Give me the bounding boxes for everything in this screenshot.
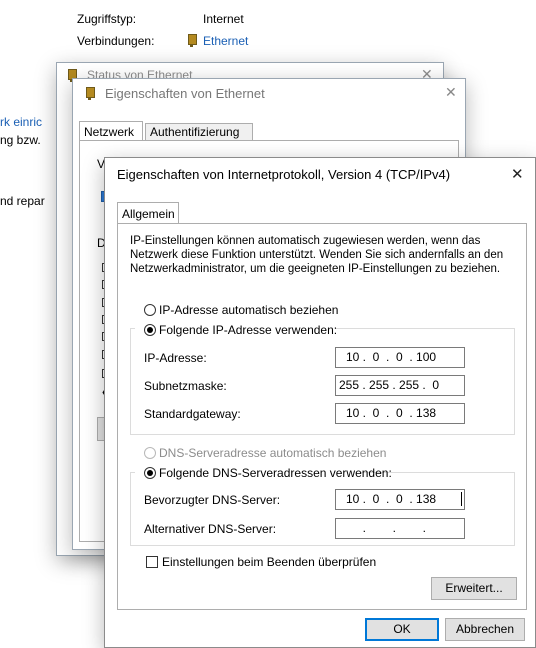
left-text-fragment: ng bzw. xyxy=(0,133,41,147)
ipv4-properties-dialog: Eigenschaften von Internetprotokoll, Ver… xyxy=(104,157,536,648)
dns-manual-label[interactable]: Folgende DNS-Serveradressen verwenden: xyxy=(159,466,392,480)
subnet-mask-field[interactable]: 255 . 255 . 255 . 0 xyxy=(335,375,465,396)
close-icon[interactable]: ✕ xyxy=(511,165,524,183)
connections-label: Verbindungen: xyxy=(77,34,155,48)
preferred-dns-field[interactable]: 10 . 0 . 0 . 138 xyxy=(335,489,465,510)
left-text-fragment-2: nd repar xyxy=(0,194,45,208)
text-cursor xyxy=(461,492,462,506)
ip-auto-label[interactable]: IP-Adresse automatisch beziehen xyxy=(159,303,338,317)
validate-checkbox[interactable] xyxy=(146,556,158,568)
left-link-fragment[interactable]: rk einric xyxy=(0,115,42,129)
ip-address-field[interactable]: 10 . 0 . 0 . 100 xyxy=(335,347,465,368)
cancel-button[interactable]: Abbrechen xyxy=(445,618,525,641)
default-gateway-field[interactable]: 10 . 0 . 0 . 138 xyxy=(335,403,465,424)
dns-manual-radio[interactable] xyxy=(144,467,156,479)
preferred-dns-label: Bevorzugter DNS-Server: xyxy=(144,493,281,507)
ethernet-icon xyxy=(187,34,197,47)
ip-manual-label[interactable]: Folgende IP-Adresse verwenden: xyxy=(159,323,337,337)
description-line-2: Netzwerk diese Funktion unterstützt. Wen… xyxy=(130,249,504,261)
close-icon[interactable]: ✕ xyxy=(445,84,457,101)
ok-button[interactable]: OK xyxy=(365,618,439,641)
description-line-1: IP-Einstellungen können automatisch zuge… xyxy=(130,235,481,247)
advanced-button[interactable]: Erweitert... xyxy=(431,577,517,600)
alternate-dns-field[interactable]: . . . xyxy=(335,518,465,539)
ip-manual-radio[interactable] xyxy=(144,324,156,336)
properties-window-title: Eigenschaften von Ethernet xyxy=(105,86,265,101)
ethernet-connection-link[interactable]: Ethernet xyxy=(203,34,248,48)
ethernet-icon xyxy=(85,87,95,100)
ipv4-dialog-title: Eigenschaften von Internetprotokoll, Ver… xyxy=(117,167,451,182)
tab-allgemein[interactable]: Allgemein xyxy=(117,202,179,224)
access-type-label: Zugriffstyp: xyxy=(77,12,137,26)
access-type-value: Internet xyxy=(203,12,244,26)
ip-auto-radio[interactable] xyxy=(144,304,156,316)
subnet-label: Subnetzmaske: xyxy=(144,379,227,393)
description-line-3: Netzwerkadministrator, um die geeigneten… xyxy=(130,263,501,275)
dns-auto-radio[interactable] xyxy=(144,447,156,459)
validate-label[interactable]: Einstellungen beim Beenden überprüfen xyxy=(162,555,376,569)
dns-auto-label[interactable]: DNS-Serveradresse automatisch beziehen xyxy=(159,446,386,460)
tab-netzwerk[interactable]: Netzwerk xyxy=(79,121,143,141)
tab-authentifizierung[interactable]: Authentifizierung xyxy=(145,123,253,141)
alternate-dns-label: Alternativer DNS-Server: xyxy=(144,522,277,536)
gateway-label: Standardgateway: xyxy=(144,407,241,421)
ip-address-label: IP-Adresse: xyxy=(144,351,207,365)
